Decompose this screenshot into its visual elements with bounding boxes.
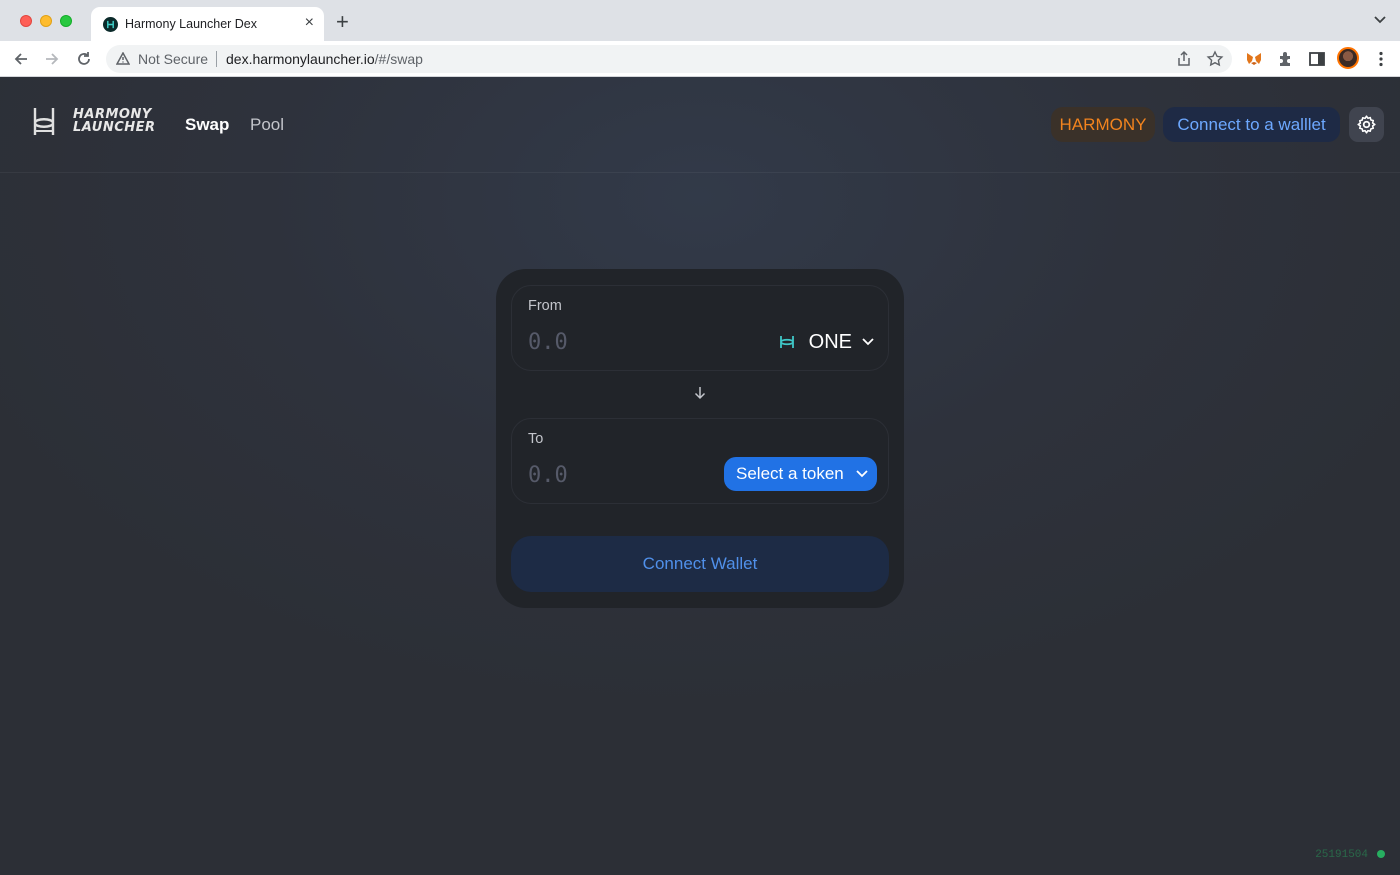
warning-icon[interactable] <box>116 52 130 65</box>
metamask-icon[interactable] <box>1245 50 1263 68</box>
minimize-window-button[interactable] <box>40 15 52 27</box>
select-token-label: Select a token <box>736 464 844 483</box>
block-number[interactable]: 25191504 <box>1315 849 1368 861</box>
security-status[interactable]: Not Secure <box>138 51 208 67</box>
browser-tab[interactable]: Harmony Launcher Dex × <box>91 7 324 41</box>
new-tab-icon[interactable]: + <box>336 11 349 33</box>
network-badge[interactable]: HARMONY <box>1051 107 1155 142</box>
brand-wordmark[interactable]: HARMONY LAUNCHER <box>73 108 156 134</box>
settings-button[interactable] <box>1349 107 1384 142</box>
brand-line-2: LAUNCHER <box>73 120 156 135</box>
to-label: To <box>528 431 544 447</box>
address-divider <box>216 51 217 67</box>
dex-page: HARMONY LAUNCHER Swap Pool HARMONY Conne… <box>0 77 1400 875</box>
star-icon[interactable] <box>1206 50 1224 68</box>
nav-pool-link[interactable]: Pool <box>250 115 284 135</box>
select-token-button[interactable]: Select a token <box>724 457 877 491</box>
to-amount-input[interactable]: 0.0 <box>528 463 568 488</box>
kebab-menu-icon[interactable] <box>1372 50 1390 68</box>
swap-card: From 0.0 ONE To 0.0 Select a token Conne… <box>496 269 904 608</box>
nav-swap-link[interactable]: Swap <box>185 115 229 135</box>
from-amount-input[interactable]: 0.0 <box>528 330 568 355</box>
chevron-down-icon <box>862 338 874 346</box>
to-panel: To 0.0 Select a token <box>511 418 889 504</box>
tab-title: Harmony Launcher Dex <box>125 17 258 31</box>
share-icon[interactable] <box>1175 50 1193 68</box>
from-label: From <box>528 298 562 314</box>
harmony-logo-icon[interactable] <box>32 107 56 137</box>
reload-icon[interactable] <box>75 50 93 68</box>
one-token-icon <box>779 336 794 348</box>
url-path: /#/swap <box>374 51 423 67</box>
arrow-down-icon[interactable] <box>692 385 708 401</box>
tab-close-icon[interactable]: × <box>305 15 314 31</box>
maximize-window-button[interactable] <box>60 15 72 27</box>
extensions-icon[interactable] <box>1277 50 1295 68</box>
connect-wallet-header-button[interactable]: Connect to a walllet <box>1163 107 1340 142</box>
sidebar-icon[interactable] <box>1308 50 1326 68</box>
profile-avatar[interactable] <box>1337 47 1359 69</box>
app-header: HARMONY LAUNCHER Swap Pool HARMONY Conne… <box>0 77 1400 173</box>
connect-wallet-button[interactable]: Connect Wallet <box>511 536 889 592</box>
browser-tab-bar: Harmony Launcher Dex × + <box>0 0 1400 41</box>
forward-icon[interactable] <box>43 50 61 68</box>
url-text[interactable]: dex.harmonylauncher.io/#/swap <box>226 51 423 67</box>
close-window-button[interactable] <box>20 15 32 27</box>
from-panel: From 0.0 ONE <box>511 285 889 371</box>
block-status-dot <box>1377 850 1385 858</box>
chevron-down-icon <box>856 470 868 478</box>
back-icon[interactable] <box>12 50 30 68</box>
address-bar[interactable]: Not Secure dex.harmonylauncher.io/#/swap <box>106 45 1232 73</box>
browser-toolbar: Not Secure dex.harmonylauncher.io/#/swap <box>0 41 1400 77</box>
gear-icon <box>1357 115 1376 134</box>
url-host: dex.harmonylauncher.io <box>226 51 375 67</box>
from-token-symbol: ONE <box>808 330 852 353</box>
tab-search-chevron-icon[interactable] <box>1374 16 1386 24</box>
from-token-selector[interactable]: ONE <box>779 326 874 358</box>
harmony-favicon-icon <box>103 17 118 32</box>
